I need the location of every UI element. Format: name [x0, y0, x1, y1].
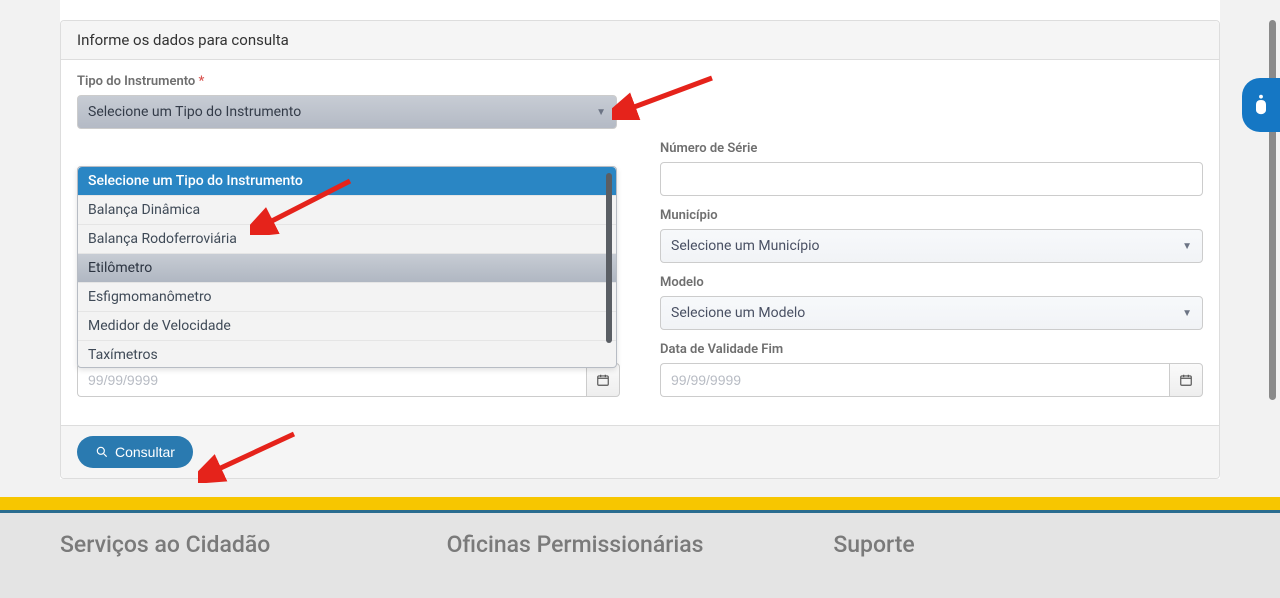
- data-fim-input[interactable]: [660, 363, 1169, 397]
- municipio-label: Município: [660, 208, 1203, 223]
- tipo-instrumento-dropdown[interactable]: Selecione um Tipo do Instrumento Balança…: [77, 166, 617, 368]
- footer-col-suporte[interactable]: Suporte: [833, 531, 1220, 558]
- tipo-instrumento-select[interactable]: Selecione um Tipo do Instrumento ▼: [77, 95, 617, 129]
- tipo-instrumento-value: Selecione um Tipo do Instrumento: [88, 104, 301, 120]
- footer-col-servicos[interactable]: Serviços ao Cidadão: [60, 531, 447, 558]
- required-mark: *: [199, 74, 205, 89]
- option-balanca-rodoferroviaria[interactable]: Balança Rodoferroviária: [78, 224, 616, 253]
- panel-title: Informe os dados para consulta: [61, 21, 1219, 60]
- option-etilometro[interactable]: Etilômetro: [78, 253, 616, 282]
- chevron-down-icon: ▼: [1182, 308, 1192, 319]
- option-balanca-dinamica[interactable]: Balança Dinâmica: [78, 195, 616, 224]
- data-fim-group: Data de Validade Fim: [660, 342, 1203, 397]
- municipio-value: Selecione um Município: [671, 238, 820, 254]
- data-fim-label: Data de Validade Fim: [660, 342, 1203, 357]
- page-scrollbar[interactable]: [1269, 20, 1276, 400]
- option-esfigmomanometro[interactable]: Esfigmomanômetro: [78, 282, 616, 311]
- calendar-icon: [596, 373, 610, 387]
- option-medidor-velocidade[interactable]: Medidor de Velocidade: [78, 311, 616, 340]
- panel-footer: Consultar: [61, 425, 1219, 478]
- municipio-group: Município Selecione um Município ▼: [660, 208, 1203, 263]
- accessibility-hand-icon: [1251, 93, 1271, 117]
- chevron-down-icon: ▼: [596, 107, 606, 118]
- data-fim-calendar-button[interactable]: [1169, 363, 1203, 397]
- divider-bar: [0, 497, 1280, 513]
- consulta-panel: Informe os dados para consulta Tipo do I…: [60, 20, 1220, 479]
- modelo-label: Modelo: [660, 275, 1203, 290]
- accessibility-widget[interactable]: [1242, 78, 1280, 132]
- dropdown-scrollbar[interactable]: [606, 173, 612, 343]
- data-inicio-calendar-button[interactable]: [586, 363, 620, 397]
- consultar-button-label: Consultar: [115, 444, 175, 460]
- modelo-group: Modelo Selecione um Modelo ▼: [660, 275, 1203, 330]
- search-icon: [95, 445, 109, 459]
- modelo-select[interactable]: Selecione um Modelo ▼: [660, 296, 1203, 330]
- panel-body: Tipo do Instrumento * Selecione um Tipo …: [61, 60, 1219, 425]
- option-placeholder[interactable]: Selecione um Tipo do Instrumento: [78, 167, 616, 195]
- page-footer: Serviços ao Cidadão Oficinas Permissioná…: [0, 513, 1280, 598]
- option-taximetros[interactable]: Taxímetros: [78, 340, 616, 367]
- tipo-instrumento-label-text: Tipo do Instrumento: [77, 74, 195, 89]
- modelo-value: Selecione um Modelo: [671, 305, 805, 321]
- calendar-icon: [1179, 373, 1193, 387]
- data-inicio-input[interactable]: [77, 363, 586, 397]
- municipio-select[interactable]: Selecione um Município ▼: [660, 229, 1203, 263]
- numero-serie-input[interactable]: [660, 162, 1203, 196]
- consultar-button[interactable]: Consultar: [77, 436, 193, 468]
- dropdown-listbox: Selecione um Tipo do Instrumento Balança…: [78, 167, 616, 367]
- tipo-instrumento-label: Tipo do Instrumento *: [77, 74, 617, 89]
- chevron-down-icon: ▼: [1182, 241, 1192, 252]
- numero-serie-group: Número de Série: [660, 141, 1203, 196]
- numero-serie-label: Número de Série: [660, 141, 1203, 156]
- footer-col-oficinas[interactable]: Oficinas Permissionárias: [447, 531, 834, 558]
- tipo-instrumento-group: Tipo do Instrumento * Selecione um Tipo …: [77, 74, 617, 129]
